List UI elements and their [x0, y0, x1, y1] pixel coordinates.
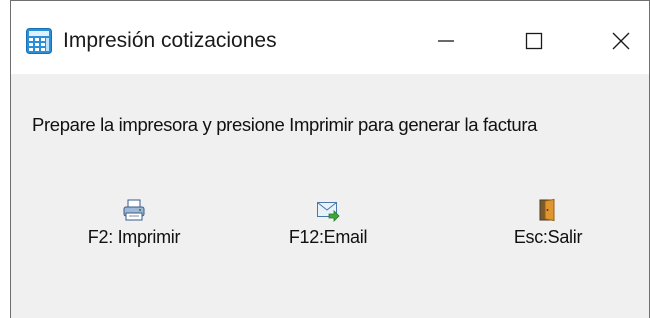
email-send-icon [317, 202, 340, 222]
exit-door-icon [539, 198, 555, 222]
exit-button[interactable]: Esc:Salir [493, 198, 603, 248]
dialog-body: Prepare la impresora y presione Imprimir… [11, 74, 649, 318]
title-bar[interactable]: Impresión cotizaciones [11, 0, 649, 74]
print-quotes-window: Impresión cotizaciones Prepare la impres… [10, 0, 650, 318]
exit-label: Esc:Salir [513, 227, 583, 247]
calculator-app-icon [26, 28, 52, 54]
email-button[interactable]: F12:Email [273, 198, 383, 248]
print-label: F2: Imprimir [87, 227, 181, 247]
close-icon [612, 32, 630, 50]
maximize-button[interactable] [511, 19, 557, 63]
maximize-icon [525, 32, 543, 50]
minimize-button[interactable] [423, 19, 469, 63]
minimize-icon [438, 40, 454, 42]
print-button[interactable]: F2: Imprimir [79, 198, 189, 248]
instruction-message: Prepare la impresora y presione Imprimir… [32, 114, 538, 135]
email-label: F12:Email [288, 227, 368, 247]
printer-icon [123, 199, 145, 221]
window-title: Impresión cotizaciones [63, 29, 277, 52]
close-button[interactable] [598, 19, 644, 63]
